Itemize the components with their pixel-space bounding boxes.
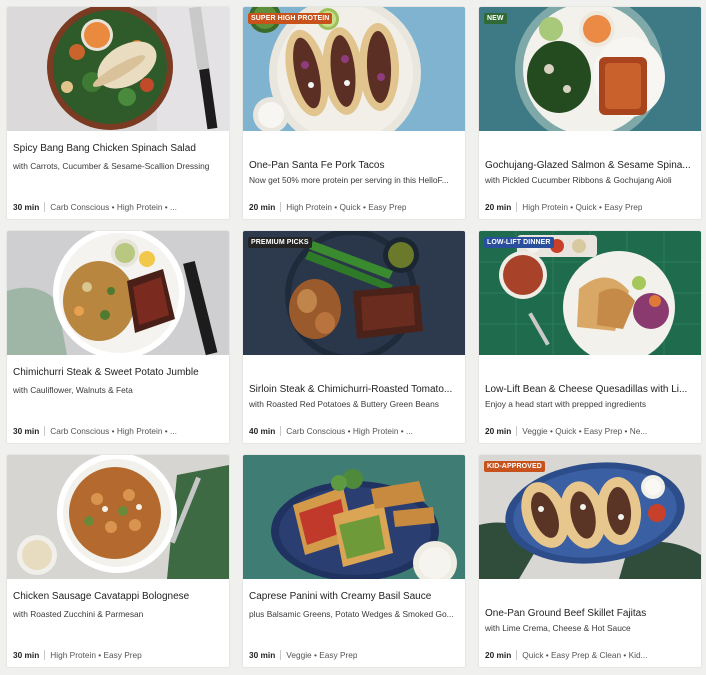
recipe-title[interactable]: Chimichurri Steak & Sweet Potato Jumble (13, 367, 223, 378)
cook-time: 20 min (249, 202, 276, 212)
recipe-meta: 30 min Carb Conscious • High Protein • .… (13, 202, 223, 212)
recipe-subtitle: Enjoy a head start with prepped ingredie… (485, 399, 647, 409)
recipe-info: Sirloin Steak & Chimichurri-Roasted Toma… (243, 355, 465, 443)
recipe-subtitle: with Carrots, Cucumber & Sesame-Scallion… (13, 161, 210, 171)
recipe-title[interactable]: One-Pan Ground Beef Skillet Fajitas (485, 608, 695, 619)
divider (44, 650, 46, 660)
recipe-info: One-Pan Ground Beef Skillet Fajitas with… (479, 579, 701, 667)
recipe-title[interactable]: Gochujang-Glazed Salmon & Sesame Spina..… (485, 160, 695, 171)
divider (516, 650, 518, 660)
recipe-badge: NEW (484, 13, 507, 24)
recipe-meta: 20 min High Protein • Quick • Easy Prep (485, 202, 695, 212)
cook-time: 20 min (485, 202, 512, 212)
recipe-info: Caprese Panini with Creamy Basil Sauce p… (243, 579, 465, 667)
recipe-card[interactable]: KID-APPROVED One-Pan Ground Beef Skillet… (479, 455, 701, 667)
divider (516, 202, 518, 212)
recipe-title[interactable]: One-Pan Santa Fe Pork Tacos (249, 160, 459, 171)
recipe-badge: KID-APPROVED (484, 461, 545, 472)
recipe-info: Low-Lift Bean & Cheese Quesadillas with … (479, 355, 701, 443)
divider (280, 650, 282, 660)
recipe-card[interactable]: NEW Gochujang-Glazed Salmon & Sesame Spi… (479, 7, 701, 219)
recipe-image: KID-APPROVED (479, 455, 701, 579)
recipe-card[interactable]: Caprese Panini with Creamy Basil Sauce p… (243, 455, 465, 667)
recipe-info: Gochujang-Glazed Salmon & Sesame Spina..… (479, 131, 701, 219)
cook-time: 30 min (13, 650, 40, 660)
recipe-tags: High Protein • Quick • Easy Prep (522, 202, 643, 212)
cook-time: 40 min (249, 426, 276, 436)
divider (280, 426, 282, 436)
recipe-meta: 40 min Carb Conscious • High Protein • .… (249, 426, 459, 436)
recipe-tags: Carb Conscious • High Protein • ... (286, 426, 413, 436)
recipe-title[interactable]: Chicken Sausage Cavatappi Bolognese (13, 591, 223, 602)
recipe-title[interactable]: Spicy Bang Bang Chicken Spinach Salad (13, 143, 223, 154)
cook-time: 20 min (485, 426, 512, 436)
recipe-card[interactable]: LOW-LIFT DINNER Low-Lift Bean & Cheese Q… (479, 231, 701, 443)
recipe-card[interactable]: PREMIUM PICKS Sirloin Steak & Chimichurr… (243, 231, 465, 443)
recipe-tags: High Protein • Quick • Easy Prep (286, 202, 407, 212)
cook-time: 30 min (249, 650, 276, 660)
recipe-meta: 30 min High Protein • Easy Prep (13, 650, 223, 660)
recipe-title[interactable]: Caprese Panini with Creamy Basil Sauce (249, 591, 459, 602)
recipe-meta: 30 min Veggie • Easy Prep (249, 650, 459, 660)
recipe-grid: Spicy Bang Bang Chicken Spinach Salad wi… (7, 7, 701, 667)
recipe-subtitle: plus Balsamic Greens, Potato Wedges & Sm… (249, 609, 454, 619)
cook-time: 30 min (13, 202, 40, 212)
cook-time: 20 min (485, 650, 512, 660)
divider (44, 202, 46, 212)
recipe-subtitle: with Cauliflower, Walnuts & Feta (13, 385, 133, 395)
recipe-info: Chimichurri Steak & Sweet Potato Jumble … (7, 355, 229, 443)
recipe-image: LOW-LIFT DINNER (479, 231, 701, 355)
recipe-card[interactable]: SUPER HIGH PROTEIN One-Pan Santa Fe Pork… (243, 7, 465, 219)
recipe-tags: Veggie • Quick • Easy Prep • Ne... (522, 426, 648, 436)
recipe-info: Spicy Bang Bang Chicken Spinach Salad wi… (7, 131, 229, 219)
recipe-card[interactable]: Spicy Bang Bang Chicken Spinach Salad wi… (7, 7, 229, 219)
recipe-image: SUPER HIGH PROTEIN (243, 7, 465, 131)
recipe-tags: Carb Conscious • High Protein • ... (50, 426, 177, 436)
recipe-meta: 30 min Carb Conscious • High Protein • .… (13, 426, 223, 436)
recipe-image: NEW (479, 7, 701, 131)
recipe-subtitle: with Pickled Cucumber Ribbons & Gochujan… (485, 175, 672, 185)
recipe-meta: 20 min Veggie • Quick • Easy Prep • Ne..… (485, 426, 695, 436)
cook-time: 30 min (13, 426, 40, 436)
recipe-info: Chicken Sausage Cavatappi Bolognese with… (7, 579, 229, 667)
recipe-image (7, 231, 229, 355)
recipe-badge: LOW-LIFT DINNER (484, 237, 554, 248)
recipe-image (7, 7, 229, 131)
divider (516, 426, 518, 436)
recipe-image (7, 455, 229, 579)
recipe-meta: 20 min Quick • Easy Prep & Clean • Kid..… (485, 650, 695, 660)
recipe-title[interactable]: Low-Lift Bean & Cheese Quesadillas with … (485, 384, 695, 395)
recipe-subtitle: with Roasted Zucchini & Parmesan (13, 609, 144, 619)
recipe-badge: SUPER HIGH PROTEIN (248, 13, 333, 24)
recipe-tags: Veggie • Easy Prep (286, 650, 358, 660)
recipe-card[interactable]: Chimichurri Steak & Sweet Potato Jumble … (7, 231, 229, 443)
recipe-tags: High Protein • Easy Prep (50, 650, 142, 660)
recipe-card[interactable]: Chicken Sausage Cavatappi Bolognese with… (7, 455, 229, 667)
recipe-meta: 20 min High Protein • Quick • Easy Prep (249, 202, 459, 212)
recipe-image: PREMIUM PICKS (243, 231, 465, 355)
recipe-subtitle: with Lime Crema, Cheese & Hot Sauce (485, 623, 631, 633)
recipe-subtitle: Now get 50% more protein per serving in … (249, 175, 449, 185)
recipe-badge: PREMIUM PICKS (248, 237, 312, 248)
recipe-image (243, 455, 465, 579)
recipe-tags: Carb Conscious • High Protein • ... (50, 202, 177, 212)
recipe-subtitle: with Roasted Red Potatoes & Buttery Gree… (249, 399, 439, 409)
recipe-info: One-Pan Santa Fe Pork Tacos Now get 50% … (243, 131, 465, 219)
divider (280, 202, 282, 212)
recipe-title[interactable]: Sirloin Steak & Chimichurri-Roasted Toma… (249, 384, 459, 395)
recipe-tags: Quick • Easy Prep & Clean • Kid... (522, 650, 648, 660)
divider (44, 426, 46, 436)
